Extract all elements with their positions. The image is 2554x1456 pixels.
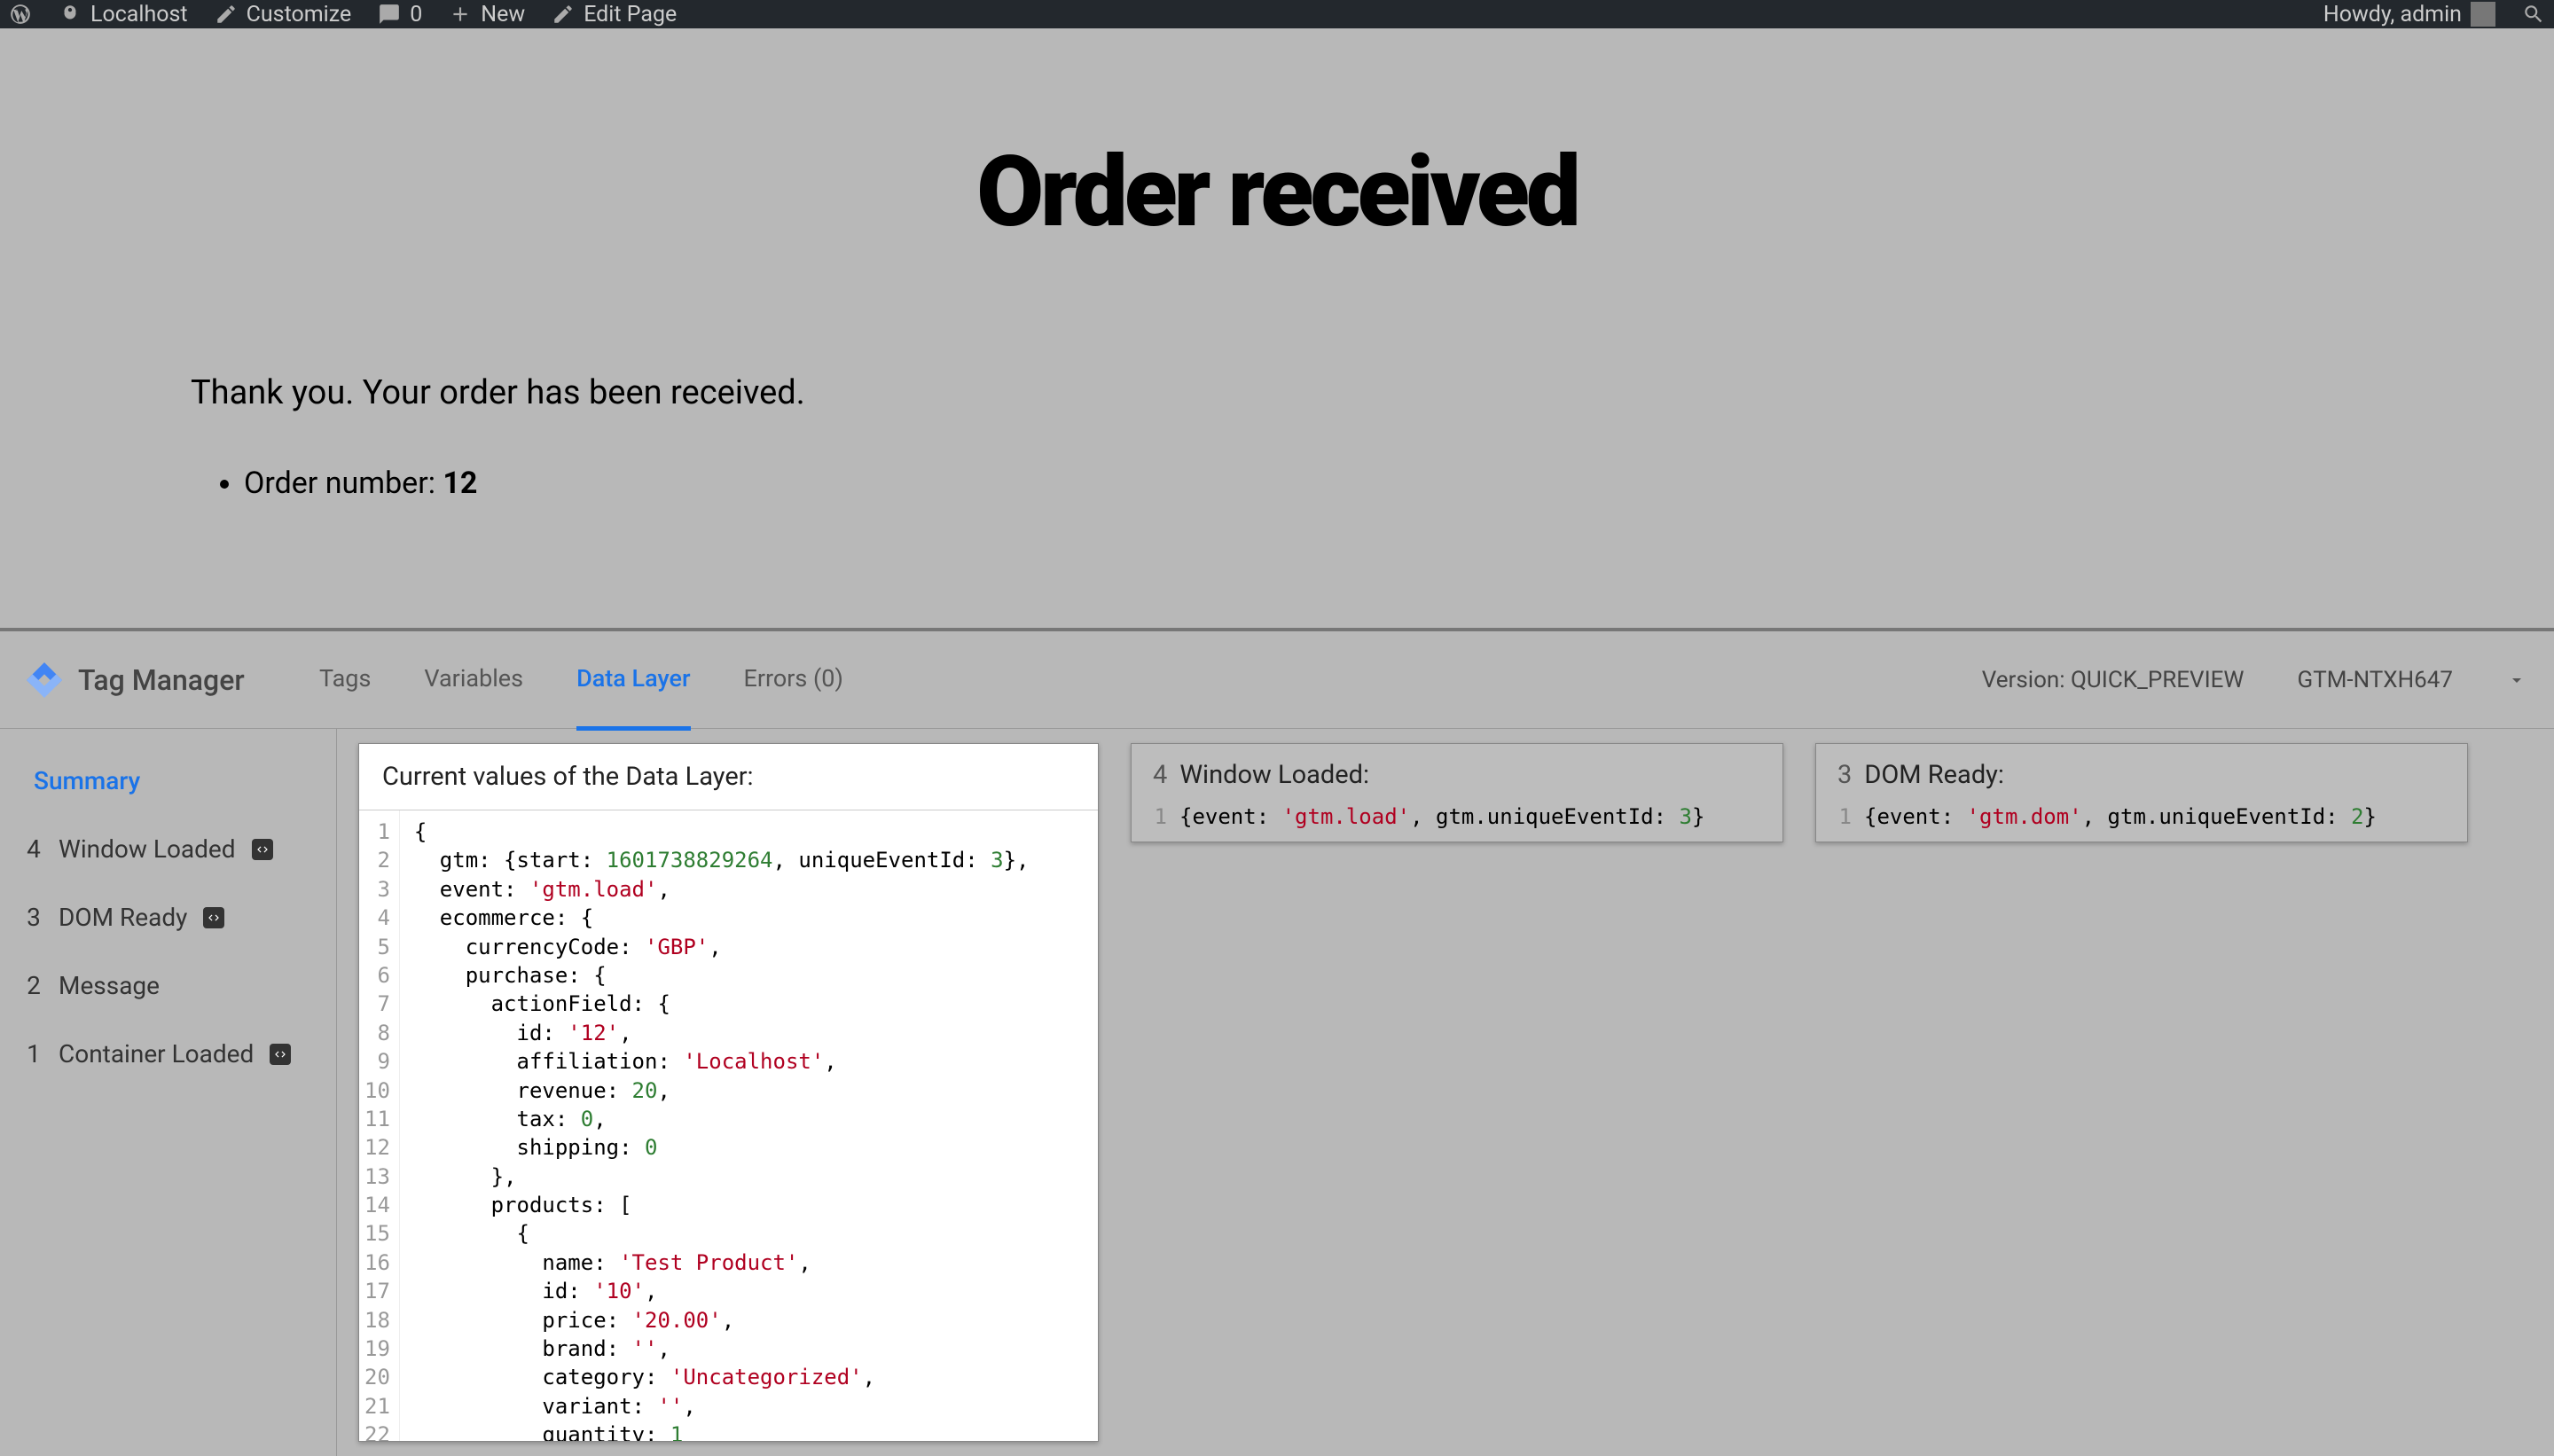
event-card[interactable]: 3DOM Ready: 1 {event: 'gtm.dom', gtm.uniq…: [1815, 743, 2468, 842]
gtm-container-id: GTM-NTXH647: [2298, 667, 2454, 693]
avatar: [2471, 2, 2495, 27]
search-icon[interactable]: [2522, 3, 2545, 26]
code-badge-icon: [270, 1044, 291, 1065]
code-badge-icon: [203, 907, 224, 928]
line-numbers: 12345678910111213141516171819202122: [359, 810, 400, 1441]
event-snippet: {event: 'gtm.load', gtm.uniqueEventId: 3…: [1179, 804, 1704, 829]
event-label: Window Loaded: [59, 834, 236, 864]
event-card-title: 4Window Loaded:: [1132, 744, 1782, 799]
event-num: 4: [25, 834, 43, 864]
event-label: Message: [59, 971, 160, 1000]
new-text: New: [481, 2, 525, 27]
site-name-text: Localhost: [90, 2, 188, 27]
gtm-logo[interactable]: Tag Manager: [27, 662, 319, 698]
edit-page-text: Edit Page: [584, 2, 677, 27]
card-title: Current values of the Data Layer:: [359, 744, 1098, 810]
howdy-link[interactable]: Howdy, admin: [2323, 2, 2495, 27]
gtm-tabs: Tags Variables Data Layer Errors (0): [319, 629, 843, 731]
comments-link[interactable]: 0: [378, 2, 422, 27]
sidebar-event-item[interactable]: 1 Container Loaded: [0, 1020, 336, 1088]
page-title: Order received: [0, 135, 2554, 249]
event-num: 1: [25, 1039, 43, 1069]
line-number: 1: [1149, 804, 1167, 829]
event-label: Container Loaded: [59, 1039, 254, 1069]
tab-tags[interactable]: Tags: [319, 629, 371, 731]
wp-logo-icon[interactable]: [9, 3, 32, 26]
event-sidebar: Summary 4 Window Loaded 3 DOM Ready 2 Message…: [0, 729, 337, 1456]
customize-text: Customize: [247, 2, 352, 27]
gtm-debugger: Tag Manager Tags Variables Data Layer Er…: [0, 628, 2554, 1456]
sidebar-event-item[interactable]: 3 DOM Ready: [0, 883, 336, 951]
order-number-item: Order number: 12: [244, 466, 2554, 501]
line-number: 1: [1834, 804, 1852, 829]
tab-data-layer[interactable]: Data Layer: [576, 629, 690, 731]
event-label: DOM Ready: [59, 903, 187, 932]
edit-page-link[interactable]: Edit Page: [552, 2, 677, 27]
event-card-title: 3DOM Ready:: [1816, 744, 2467, 799]
new-link[interactable]: New: [449, 2, 525, 27]
data-layer-values-card: Current values of the Data Layer: 123456…: [358, 743, 1099, 1442]
event-num: 3: [25, 903, 43, 932]
event-snippet: {event: 'gtm.dom', gtm.uniqueEventId: 2}: [1864, 804, 2377, 829]
gtm-header: Tag Manager Tags Variables Data Layer Er…: [0, 631, 2554, 729]
event-card[interactable]: 4Window Loaded: 1 {event: 'gtm.load', gtm…: [1131, 743, 1783, 842]
sidebar-event-item[interactable]: 4 Window Loaded: [0, 815, 336, 883]
tab-variables[interactable]: Variables: [424, 629, 523, 731]
gtm-meta: Version: QUICK_PREVIEW GTM-NTXH647: [1982, 667, 2527, 693]
sidebar-summary[interactable]: Summary: [0, 747, 336, 815]
wp-admin-bar: Localhost Customize 0 New Edit Page Howd…: [0, 0, 2554, 28]
site-name-link[interactable]: Localhost: [59, 2, 188, 27]
data-layer-source: { gtm: {start: 1601738829264, uniqueEven…: [400, 810, 1044, 1441]
order-number-value: 12: [443, 466, 477, 501]
comments-count: 0: [410, 2, 422, 27]
gtm-main: Current values of the Data Layer: 123456…: [337, 729, 2554, 1456]
gtm-version: Version: QUICK_PREVIEW: [1982, 667, 2245, 693]
thank-you-message: Thank you. Your order has been received.: [191, 373, 2554, 412]
tab-errors[interactable]: Errors (0): [744, 629, 843, 731]
page-content: Order received Thank you. Your order has…: [0, 28, 2554, 656]
howdy-text: Howdy, admin: [2323, 2, 2462, 27]
gtm-product-name: Tag Manager: [78, 663, 245, 697]
order-number-label: Order number:: [244, 466, 443, 501]
chevron-down-icon[interactable]: [2506, 669, 2527, 691]
code-badge-icon: [252, 839, 273, 860]
sidebar-event-item[interactable]: 2 Message: [0, 951, 336, 1020]
customize-link[interactable]: Customize: [215, 2, 352, 27]
event-num: 2: [25, 971, 43, 1000]
